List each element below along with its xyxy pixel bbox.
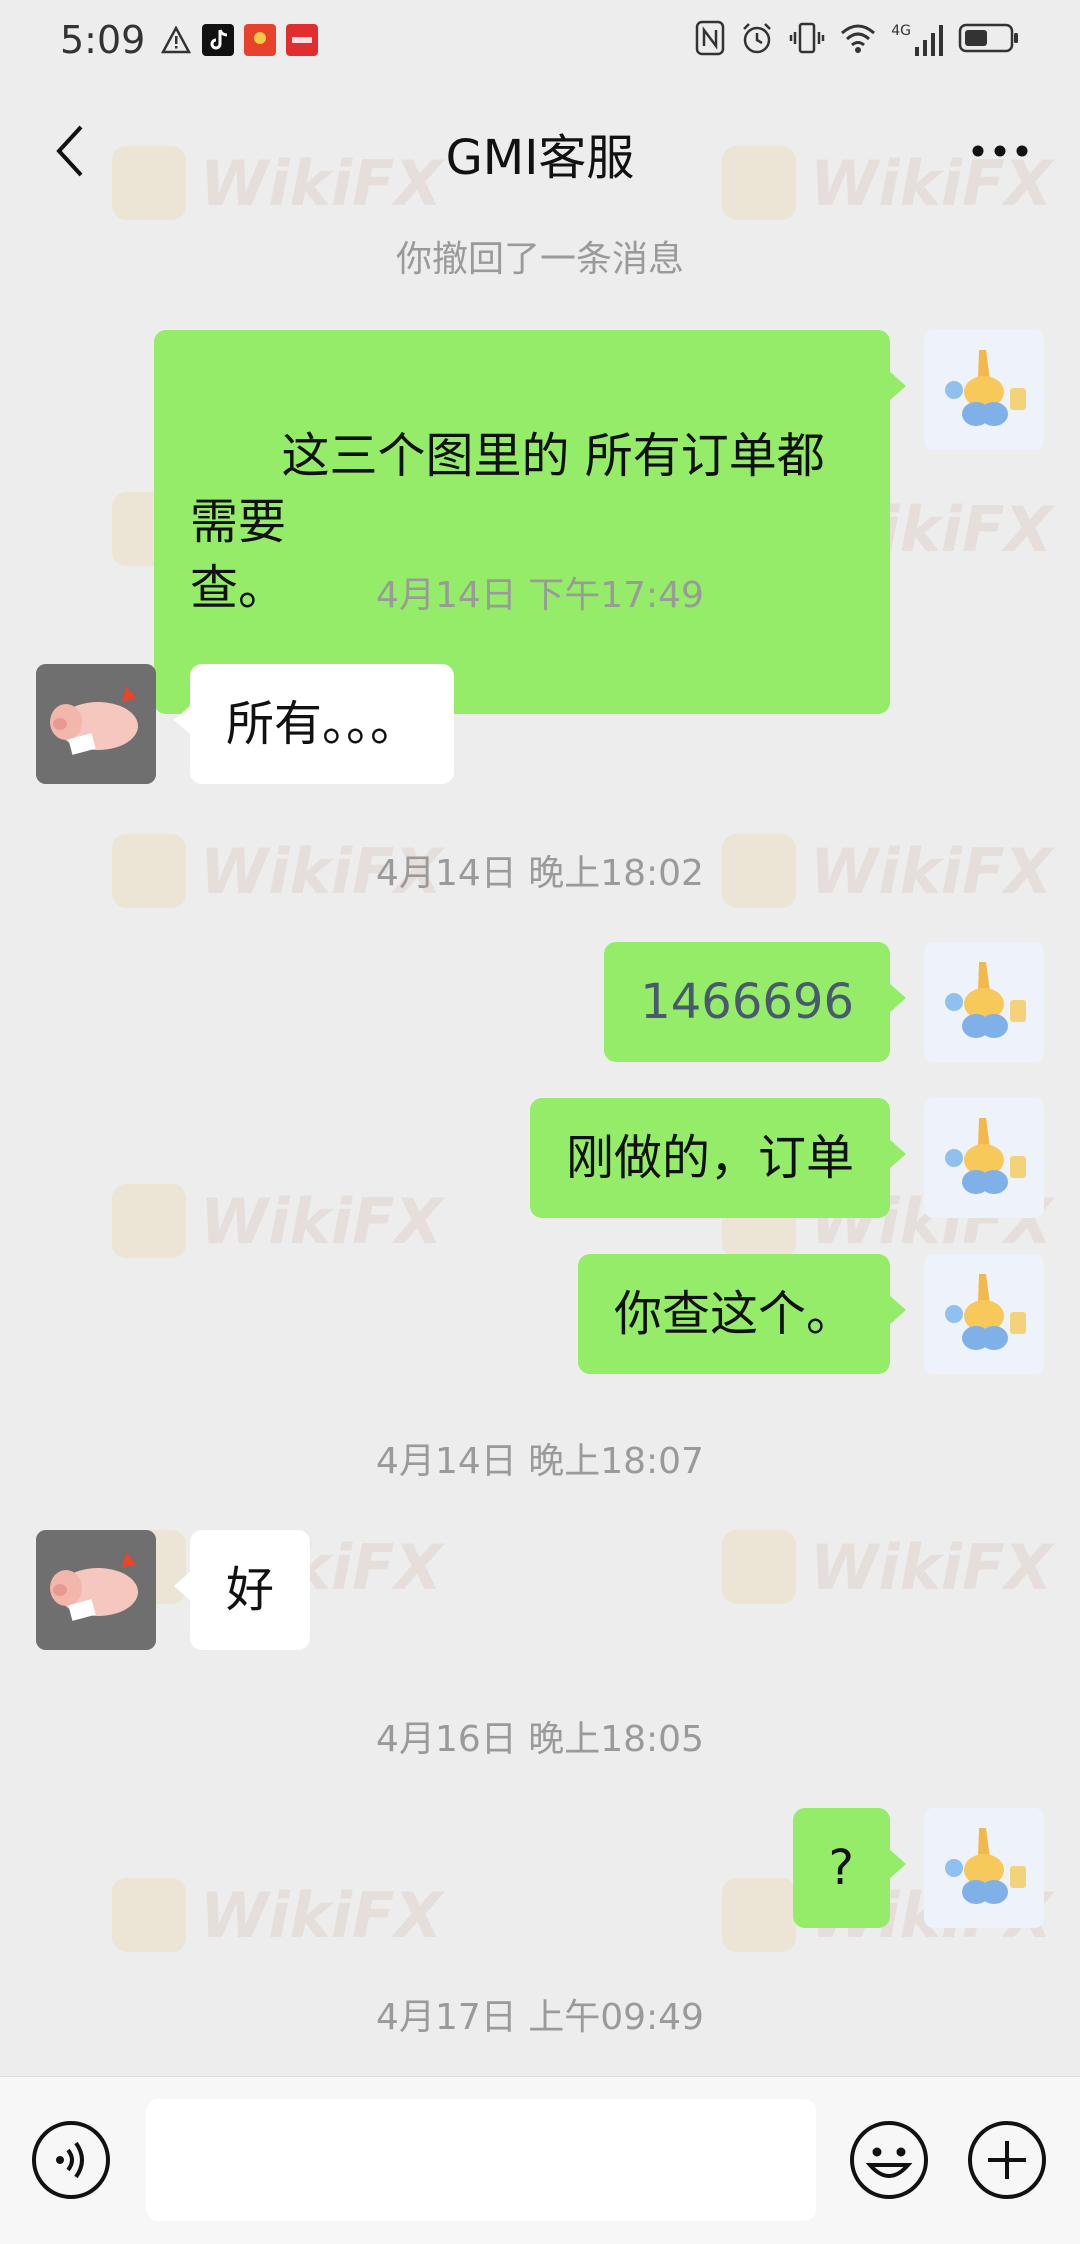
wifi-icon — [839, 22, 877, 58]
watermark-text: WikiFX — [200, 1878, 443, 1952]
timestamp: 4月16日 晚上18:05 — [376, 1719, 704, 1760]
back-button[interactable] — [36, 116, 106, 186]
tiktok-icon — [201, 23, 235, 57]
avatar[interactable] — [924, 1254, 1044, 1374]
message-bubble[interactable]: 好 — [173, 1530, 311, 1650]
message-bubble[interactable]: 刚做的，订单 — [529, 1098, 907, 1218]
more-dots-icon — [972, 145, 1028, 157]
more-button[interactable] — [960, 116, 1040, 186]
recall-notice: 你撤回了一条消息 — [395, 239, 684, 280]
vibrate-icon — [789, 20, 825, 60]
red-envelope-icon — [243, 23, 277, 57]
emoji-icon — [850, 2121, 928, 2199]
network-label: 4G — [891, 23, 911, 39]
nfc-icon — [695, 20, 725, 60]
watermark-text: WikiFX — [200, 1184, 443, 1258]
warning-icon — [159, 23, 193, 57]
watermark: WikiFX — [112, 1184, 442, 1258]
message-text: 你查这个。 — [613, 1286, 854, 1342]
cartoon-avatar-icon — [924, 1254, 1044, 1374]
avatar[interactable] — [924, 942, 1044, 1062]
avatar[interactable] — [924, 1098, 1044, 1218]
message-text: ? — [828, 1840, 854, 1896]
cartoon-avatar-icon — [924, 1098, 1044, 1218]
avatar[interactable] — [36, 1530, 156, 1650]
watermark-logo-icon — [112, 1878, 186, 1952]
pig-avatar-icon — [36, 664, 156, 784]
nav-bar: GMI客服 — [0, 80, 1080, 226]
more-actions-button[interactable] — [966, 2119, 1048, 2201]
avatar[interactable] — [924, 1808, 1044, 1928]
message-text: 好 — [226, 1562, 275, 1618]
watermark: WikiFX — [112, 1878, 442, 1952]
watermark-logo-icon — [722, 1530, 796, 1604]
voice-icon — [32, 2121, 110, 2199]
chevron-left-icon — [56, 125, 83, 177]
message-bubble[interactable]: 这三个图里的 所有订单都需要 查。 — [154, 330, 906, 714]
message-bubble[interactable]: ? — [792, 1808, 907, 1928]
page-title: GMI客服 — [445, 130, 635, 186]
watermark: WikiFX — [722, 1530, 1052, 1604]
timestamp: 4月14日 下午17:49 — [376, 575, 704, 616]
status-time: 5:09 — [60, 18, 146, 62]
message-input[interactable] — [146, 2099, 816, 2221]
watermark-logo-icon — [722, 1878, 796, 1952]
chat-area[interactable]: WikiFX WikiFX WikiFX WikiFX WikiFX WikiF… — [0, 146, 1080, 2076]
battery-icon — [958, 21, 1020, 59]
cartoon-avatar-icon — [924, 1808, 1044, 1928]
input-bar — [0, 2076, 1080, 2244]
cartoon-avatar-icon — [924, 330, 1044, 450]
alarm-icon — [739, 20, 775, 60]
message-bubble[interactable]: 1466696 — [604, 942, 906, 1062]
pig-avatar-icon — [36, 1530, 156, 1650]
plus-icon — [968, 2121, 1046, 2199]
avatar[interactable] — [924, 330, 1044, 450]
avatar[interactable] — [36, 664, 156, 784]
message-text: 刚做的，订单 — [565, 1130, 854, 1186]
message-bubble[interactable]: 你查这个。 — [577, 1254, 907, 1374]
emoji-button[interactable] — [848, 2119, 930, 2201]
signal-4g-icon: 4G — [891, 23, 944, 57]
app-icon — [285, 23, 319, 57]
status-bar: 5:09 4G — [0, 0, 1080, 80]
message-text: 所有。。。 — [226, 696, 419, 752]
timestamp: 4月14日 晚上18:02 — [376, 853, 704, 894]
message-bubble[interactable]: 所有。。。 — [173, 664, 455, 784]
message-text: 1466696 — [640, 974, 854, 1030]
cartoon-avatar-icon — [924, 942, 1044, 1062]
watermark-text: WikiFX — [810, 1530, 1053, 1604]
timestamp: 4月14日 晚上18:07 — [376, 1441, 704, 1482]
timestamp: 4月17日 上午09:49 — [376, 1997, 704, 2038]
voice-button[interactable] — [30, 2119, 112, 2201]
watermark-logo-icon — [112, 1184, 186, 1258]
